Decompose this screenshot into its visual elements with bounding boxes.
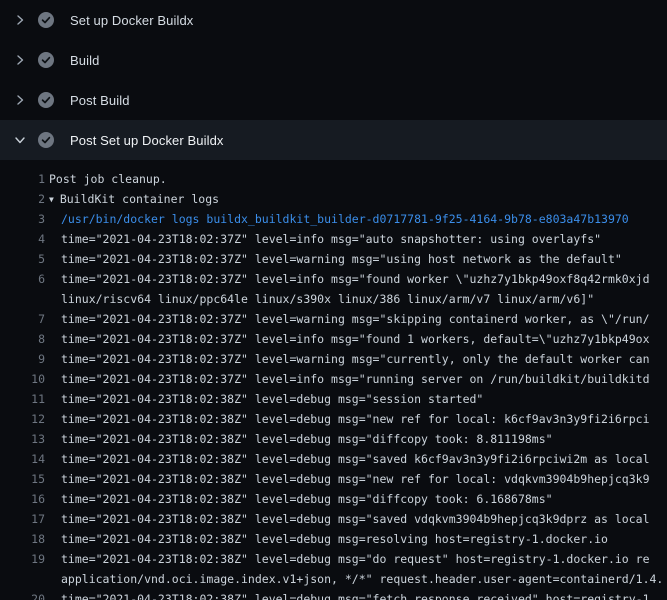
check-circle-icon xyxy=(38,12,54,28)
log-group-toggle[interactable]: ▼BuildKit container logs xyxy=(49,189,219,209)
log-row: 3 /usr/bin/docker logs buildx_buildkit_b… xyxy=(0,209,667,229)
log-line-text: time="2021-04-23T18:02:38Z" level=debug … xyxy=(61,409,650,429)
log-row: 15 time="2021-04-23T18:02:38Z" level=deb… xyxy=(0,469,667,489)
log-line-number[interactable]: 10 xyxy=(0,369,45,389)
log-line-number[interactable]: 3 xyxy=(0,209,45,229)
log-row: 7 time="2021-04-23T18:02:37Z" level=warn… xyxy=(0,309,667,329)
log-line-text: time="2021-04-23T18:02:37Z" level=info m… xyxy=(61,369,650,389)
log-row: 6 time="2021-04-23T18:02:37Z" level=info… xyxy=(0,269,667,289)
log-line-text: time="2021-04-23T18:02:37Z" level=warnin… xyxy=(61,309,650,329)
log-row: 4 time="2021-04-23T18:02:37Z" level=info… xyxy=(0,229,667,249)
step-label: Post Build xyxy=(70,93,130,108)
log-line-number[interactable]: 7 xyxy=(0,309,45,329)
log-row: 17 time="2021-04-23T18:02:38Z" level=deb… xyxy=(0,509,667,529)
log-line-text: linux/riscv64 linux/ppc64le linux/s390x … xyxy=(61,289,594,309)
log-panel: 1 Post job cleanup. 2 ▼BuildKit containe… xyxy=(0,160,667,600)
log-line-text: time="2021-04-23T18:02:38Z" level=debug … xyxy=(61,589,650,600)
step-row-post-set-up-docker-buildx[interactable]: Post Set up Docker Buildx xyxy=(0,120,667,160)
log-row: 8 time="2021-04-23T18:02:37Z" level=info… xyxy=(0,329,667,349)
log-line-number[interactable]: 16 xyxy=(0,489,45,509)
log-line-number xyxy=(0,569,45,589)
check-circle-icon xyxy=(38,92,54,108)
log-line-number[interactable]: 2 xyxy=(0,189,45,209)
chevron-down-icon xyxy=(14,134,26,146)
log-row: 14 time="2021-04-23T18:02:38Z" level=deb… xyxy=(0,449,667,469)
log-row: 18 time="2021-04-23T18:02:38Z" level=deb… xyxy=(0,529,667,549)
log-line-number[interactable]: 14 xyxy=(0,449,45,469)
log-line-number[interactable]: 8 xyxy=(0,329,45,349)
actions-log-viewer: Set up Docker Buildx Build xyxy=(0,0,667,600)
log-line-number[interactable]: 12 xyxy=(0,409,45,429)
log-line-text: time="2021-04-23T18:02:37Z" level=info m… xyxy=(61,229,601,249)
log-line-number[interactable]: 18 xyxy=(0,529,45,549)
log-line-number xyxy=(0,289,45,309)
log-line-number[interactable]: 17 xyxy=(0,509,45,529)
log-line-number[interactable]: 13 xyxy=(0,429,45,449)
log-row: 12 time="2021-04-23T18:02:38Z" level=deb… xyxy=(0,409,667,429)
group-collapse-caret-icon: ▼ xyxy=(49,195,54,204)
log-line-number[interactable]: 4 xyxy=(0,229,45,249)
chevron-right-icon xyxy=(14,54,26,66)
log-row: 5 time="2021-04-23T18:02:37Z" level=warn… xyxy=(0,249,667,269)
log-row: linux/riscv64 linux/ppc64le linux/s390x … xyxy=(0,289,667,309)
log-row: 9 time="2021-04-23T18:02:37Z" level=warn… xyxy=(0,349,667,369)
log-row: 10 time="2021-04-23T18:02:37Z" level=inf… xyxy=(0,369,667,389)
log-row: 1 Post job cleanup. xyxy=(0,169,667,189)
step-label: Build xyxy=(70,53,99,68)
check-circle-icon xyxy=(38,132,54,148)
log-line-number[interactable]: 11 xyxy=(0,389,45,409)
log-line-number[interactable]: 6 xyxy=(0,269,45,289)
log-line-text: time="2021-04-23T18:02:38Z" level=debug … xyxy=(61,529,608,549)
log-row: application/vnd.oci.image.index.v1+json,… xyxy=(0,569,667,589)
chevron-right-icon xyxy=(14,94,26,106)
log-line-text: time="2021-04-23T18:02:38Z" level=debug … xyxy=(61,469,650,489)
log-line-number[interactable]: 15 xyxy=(0,469,45,489)
step-label: Post Set up Docker Buildx xyxy=(70,133,224,148)
log-line-text: time="2021-04-23T18:02:37Z" level=info m… xyxy=(61,269,650,289)
chevron-right-icon xyxy=(14,14,26,26)
log-line-number[interactable]: 1 xyxy=(0,169,45,189)
log-line-text: time="2021-04-23T18:02:38Z" level=debug … xyxy=(61,389,483,409)
log-line-number[interactable]: 9 xyxy=(0,349,45,369)
log-row: 20 time="2021-04-23T18:02:38Z" level=deb… xyxy=(0,589,667,600)
steps-list: Set up Docker Buildx Build xyxy=(0,0,667,160)
log-row: 11 time="2021-04-23T18:02:38Z" level=deb… xyxy=(0,389,667,409)
log-line-text: time="2021-04-23T18:02:38Z" level=debug … xyxy=(61,489,553,509)
log-line-text: time="2021-04-23T18:02:37Z" level=warnin… xyxy=(61,249,622,269)
log-line-text: time="2021-04-23T18:02:38Z" level=debug … xyxy=(61,449,650,469)
log-row: 16 time="2021-04-23T18:02:38Z" level=deb… xyxy=(0,489,667,509)
log-line-text: time="2021-04-23T18:02:38Z" level=debug … xyxy=(61,549,650,569)
log-line-number[interactable]: 5 xyxy=(0,249,45,269)
log-line-text: /usr/bin/docker logs buildx_buildkit_bui… xyxy=(61,209,629,229)
log-line-text: time="2021-04-23T18:02:38Z" level=debug … xyxy=(61,509,650,529)
log-row: 2 ▼BuildKit container logs xyxy=(0,189,667,209)
log-line-text: time="2021-04-23T18:02:38Z" level=debug … xyxy=(61,429,553,449)
step-label: Set up Docker Buildx xyxy=(70,13,193,28)
log-line-number[interactable]: 20 xyxy=(0,589,45,600)
log-line-text: time="2021-04-23T18:02:37Z" level=info m… xyxy=(61,329,650,349)
step-row-build[interactable]: Build xyxy=(0,40,667,80)
log-row: 13 time="2021-04-23T18:02:38Z" level=deb… xyxy=(0,429,667,449)
log-line-text: time="2021-04-23T18:02:37Z" level=warnin… xyxy=(61,349,650,369)
log-row: 19 time="2021-04-23T18:02:38Z" level=deb… xyxy=(0,549,667,569)
check-circle-icon xyxy=(38,52,54,68)
log-line-text: application/vnd.oci.image.index.v1+json,… xyxy=(61,569,663,589)
step-row-set-up-docker-buildx[interactable]: Set up Docker Buildx xyxy=(0,0,667,40)
log-line-number[interactable]: 19 xyxy=(0,549,45,569)
step-row-post-build[interactable]: Post Build xyxy=(0,80,667,120)
log-line-text: Post job cleanup. xyxy=(49,169,167,189)
